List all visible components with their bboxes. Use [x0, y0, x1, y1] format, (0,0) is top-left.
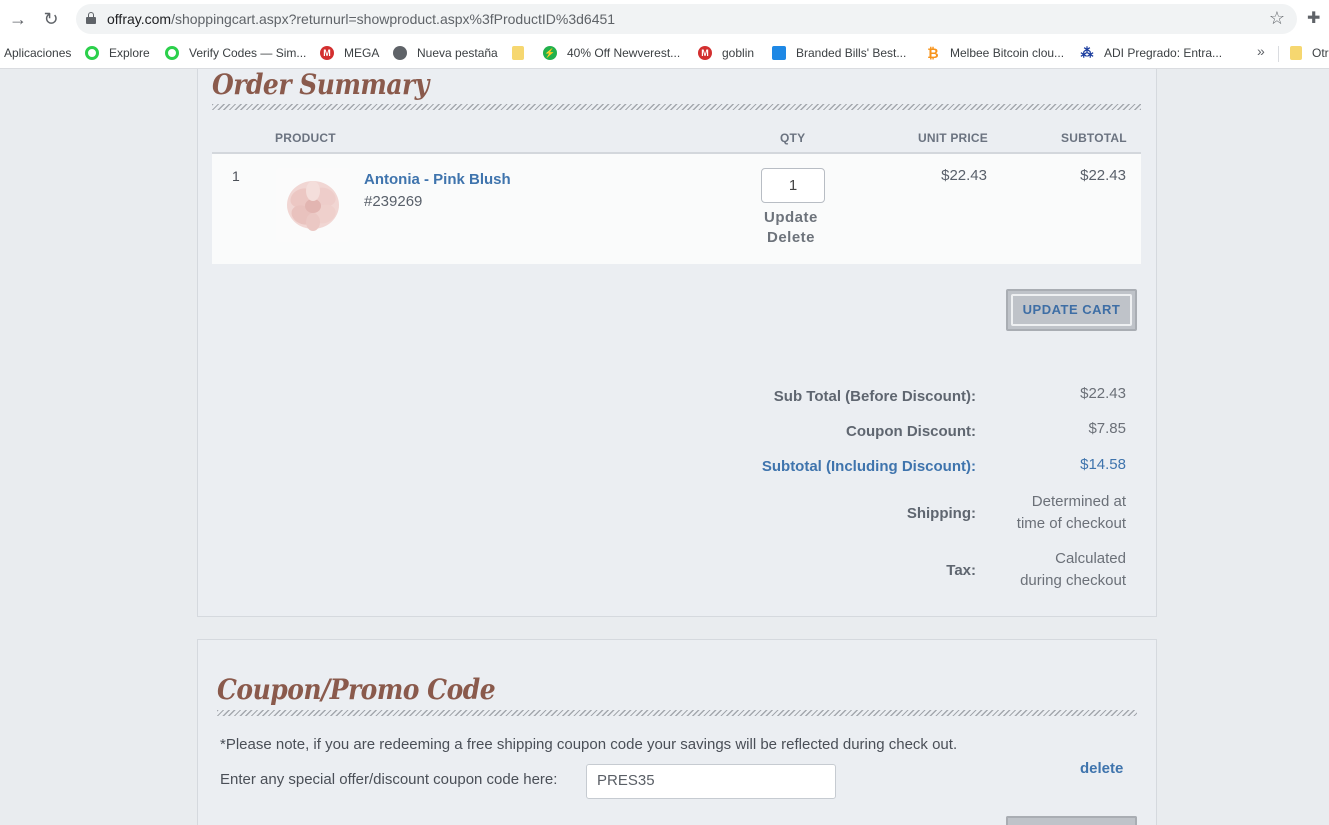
- tax-value-line-2: during checkout: [1020, 572, 1126, 589]
- folder-icon: [512, 46, 524, 60]
- bookmark-folder[interactable]: [512, 43, 534, 63]
- sub-total-label: Sub Total (Before Discount):: [773, 388, 976, 405]
- mega-icon: M: [698, 46, 712, 60]
- column-unit-price: UNIT PRICE: [918, 131, 989, 145]
- bookmarks-divider: [1278, 46, 1279, 62]
- update-cart-label: UPDATE CART: [1011, 294, 1132, 326]
- product-sku: #239269: [364, 193, 423, 210]
- green-ring-icon: [85, 46, 99, 60]
- quantity-input[interactable]: 1: [761, 168, 825, 203]
- delete-item-link[interactable]: Delete: [767, 229, 815, 246]
- coupon-title: Coupon/Promo Code: [217, 673, 496, 706]
- bookmark-explore[interactable]: Explore: [85, 43, 150, 63]
- bookmark-goblin[interactable]: Mgoblin: [698, 43, 754, 63]
- coupon-discount-value: $7.85: [1088, 420, 1126, 437]
- bookmark-other[interactable]: Otr: [1290, 43, 1329, 63]
- column-qty: QTY: [780, 131, 806, 145]
- shipping-label: Shipping:: [906, 505, 976, 522]
- shipping-value-line-2: time of checkout: [1016, 515, 1126, 532]
- unit-price-value: $22.43: [941, 167, 987, 184]
- address-bar[interactable]: offray.com/shoppingcart.aspx?returnurl=s…: [76, 4, 1297, 34]
- adi-icon: ⁂: [1080, 45, 1094, 60]
- tax-value-line-1: Calculated: [1055, 550, 1126, 567]
- free-shipping-note: *Please note, if you are redeeming a fre…: [220, 736, 958, 753]
- extensions-puzzle-icon[interactable]: ✚: [1307, 8, 1320, 28]
- subtotal-including-discount-label: Subtotal (Including Discount):: [761, 458, 976, 475]
- reload-icon[interactable]: ↻: [40, 8, 62, 30]
- bitcoin-icon: ₿: [926, 45, 940, 61]
- bookmark-new-tab[interactable]: Nueva pestaña: [393, 43, 498, 63]
- sub-total-value: $22.43: [1080, 385, 1126, 402]
- forward-arrow-icon[interactable]: →: [7, 8, 29, 30]
- subtotal-value: $22.43: [1080, 167, 1126, 184]
- coupon-discount-label: Coupon Discount:: [846, 423, 976, 440]
- lock-icon: [86, 12, 96, 24]
- globe-icon: [393, 46, 407, 60]
- tax-label: Tax:: [946, 562, 976, 579]
- bolt-icon: ⚡: [543, 46, 557, 60]
- column-subtotal: SUBTOTAL: [1061, 131, 1127, 145]
- bookmark-apps[interactable]: Aplicaciones: [4, 43, 71, 63]
- bookmark-newverest[interactable]: ⚡ 40% Off Newverest...: [543, 43, 680, 63]
- cart-item-row: [212, 152, 1141, 264]
- coupon-code-input[interactable]: PRES35: [586, 764, 836, 799]
- coupon-input-label: Enter any special offer/discount coupon …: [220, 771, 558, 788]
- bookmark-star-icon[interactable]: ☆: [1269, 8, 1285, 29]
- bookmarks-bar: Aplicaciones Explore Verify Codes — Sim.…: [0, 38, 1329, 69]
- bookmark-adi[interactable]: ⁂ ADI Pregrado: Entra...: [1080, 43, 1222, 63]
- bookmark-branded-bills[interactable]: Branded Bills' Best...: [772, 43, 906, 63]
- apply-coupon-button[interactable]: [1006, 816, 1137, 825]
- folder-icon: [1290, 46, 1302, 60]
- bookmarks-overflow-icon[interactable]: »: [1257, 43, 1265, 59]
- green-ring-icon: [165, 46, 179, 60]
- order-summary-title: Order Summary: [212, 68, 429, 101]
- delete-coupon-link[interactable]: delete: [1080, 760, 1123, 777]
- url-text[interactable]: offray.com/shoppingcart.aspx?returnurl=s…: [107, 11, 615, 27]
- shipping-value-line-1: Determined at: [1031, 493, 1126, 510]
- pink-bow-image: [287, 181, 339, 231]
- chat-icon: [772, 46, 786, 60]
- bookmark-verify-codes[interactable]: Verify Codes — Sim...: [165, 43, 306, 63]
- column-product: PRODUCT: [275, 131, 336, 145]
- item-index: 1: [232, 168, 240, 184]
- browser-toolbar: → ↻ offray.com/shoppingcart.aspx?returnu…: [0, 0, 1329, 38]
- title-divider: [212, 104, 1141, 110]
- product-name-link[interactable]: Antonia - Pink Blush: [364, 171, 511, 188]
- update-cart-button[interactable]: UPDATE CART: [1006, 289, 1137, 331]
- bookmark-mega[interactable]: M MEGA: [320, 43, 379, 63]
- subtotal-including-discount-value: $14.58: [1080, 456, 1126, 473]
- bookmark-melbee[interactable]: ₿ Melbee Bitcoin clou...: [926, 43, 1064, 63]
- update-item-link[interactable]: Update: [764, 209, 818, 226]
- coupon-title-divider: [217, 710, 1137, 716]
- mega-icon: M: [320, 46, 334, 60]
- product-thumbnail[interactable]: [276, 168, 350, 242]
